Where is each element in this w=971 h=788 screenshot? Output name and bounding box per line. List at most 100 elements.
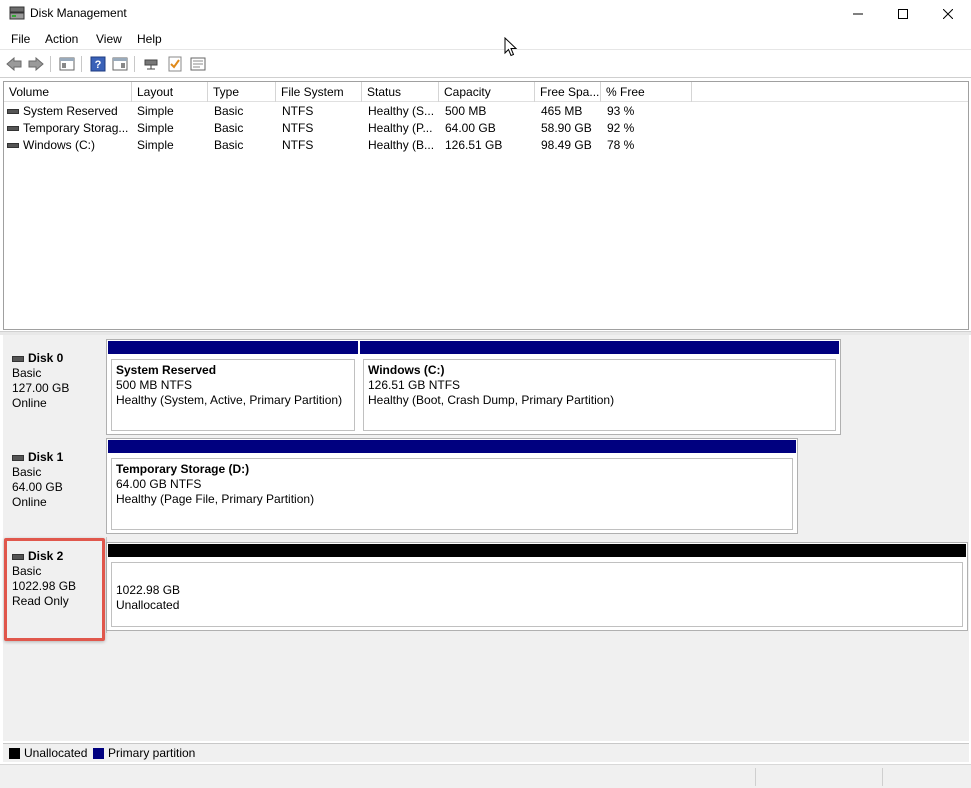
cell-capacity: 64.00 GB xyxy=(445,121,496,135)
disk-name: Disk 0 xyxy=(28,351,64,365)
disk-2-highlight-box xyxy=(4,538,105,641)
show-hide-button[interactable] xyxy=(111,55,129,73)
title-bar: Disk Management xyxy=(0,0,971,28)
toolbar-separator xyxy=(81,56,82,72)
menu-file[interactable]: File xyxy=(11,32,30,46)
cell-status: Healthy (B... xyxy=(368,138,435,152)
maximize-button[interactable] xyxy=(880,0,926,28)
menu-action[interactable]: Action xyxy=(45,32,78,46)
disk-map-panel: Disk 0 Basic 127.00 GB Online System Res… xyxy=(3,335,969,741)
status-separator xyxy=(882,768,883,786)
cell-capacity: 500 MB xyxy=(445,104,487,118)
console-tree-icon xyxy=(59,57,75,71)
status-bar xyxy=(0,764,971,788)
partition-unallocated[interactable]: 1022.98 GB Unallocated xyxy=(107,543,967,630)
minimize-button[interactable] xyxy=(835,0,881,28)
column-header-capacity[interactable]: Capacity xyxy=(439,82,535,102)
cell-volume: Windows (C:) xyxy=(23,138,96,152)
column-header-type[interactable]: Type xyxy=(208,82,276,102)
mouse-cursor-icon xyxy=(504,37,518,57)
partition-size: 126.51 GB NTFS xyxy=(368,378,461,392)
partition-temporary-storage-d[interactable]: Temporary Storage (D:) 64.00 GB NTFS Hea… xyxy=(107,439,797,533)
column-header-file-system[interactable]: File System xyxy=(276,82,362,102)
disk-name: Disk 1 xyxy=(28,450,64,464)
properties-icon xyxy=(190,57,206,71)
legend-bar: Unallocated Primary partition xyxy=(3,743,969,762)
disk-0-label[interactable]: Disk 0 Basic 127.00 GB Online xyxy=(5,339,107,435)
cell-layout: Simple xyxy=(137,138,174,152)
partition-health: Healthy (Boot, Crash Dump, Primary Parti… xyxy=(368,393,615,407)
disk-size: 64.00 GB xyxy=(12,480,63,494)
toolbar: ? xyxy=(0,51,971,78)
disk-1-partitions: Temporary Storage (D:) 64.00 GB NTFS Hea… xyxy=(106,438,798,534)
unallocated-bar xyxy=(108,544,966,557)
disk-size: 127.00 GB xyxy=(12,381,70,395)
properties-button[interactable] xyxy=(189,55,207,73)
cell-percent-free: 92 % xyxy=(607,121,635,135)
forward-button[interactable] xyxy=(27,55,45,73)
menu-view[interactable]: View xyxy=(96,32,122,46)
cell-free-space: 98.49 GB xyxy=(541,138,592,152)
cell-free-space: 58.90 GB xyxy=(541,121,592,135)
partition-size: 1022.98 GB xyxy=(116,583,181,597)
column-header-percent-free[interactable]: % Free xyxy=(601,82,692,102)
table-row[interactable]: Windows (C:) Simple Basic NTFS Healthy (… xyxy=(4,137,704,154)
disk-status: Online xyxy=(12,495,47,509)
window-title: Disk Management xyxy=(30,6,127,20)
primary-partition-swatch xyxy=(93,748,104,759)
connect-icon xyxy=(144,59,158,70)
partition-name: Windows (C:) xyxy=(368,363,445,377)
partition-size: 64.00 GB NTFS xyxy=(116,477,202,491)
column-header-volume[interactable]: Volume xyxy=(4,82,132,102)
console-tree-button[interactable] xyxy=(58,55,76,73)
partition-health: Healthy (System, Active, Primary Partiti… xyxy=(116,393,343,407)
connect-button[interactable] xyxy=(142,55,160,73)
back-button[interactable] xyxy=(5,55,23,73)
partition-system-reserved[interactable]: System Reserved 500 MB NTFS Healthy (Sys… xyxy=(107,340,359,434)
forward-arrow-icon xyxy=(28,57,44,71)
partition-size: 500 MB NTFS xyxy=(116,378,193,392)
partition-windows-c[interactable]: Windows (C:) 126.51 GB NTFS Healthy (Boo… xyxy=(359,340,840,434)
svg-text:?: ? xyxy=(95,59,102,71)
cell-status: Healthy (P... xyxy=(368,121,433,135)
minimize-icon xyxy=(853,13,863,15)
disk-2-partitions: 1022.98 GB Unallocated xyxy=(106,542,968,631)
disk-type: Basic xyxy=(12,366,42,380)
disk-0-partitions: System Reserved 500 MB NTFS Healthy (Sys… xyxy=(106,339,841,435)
partition-name: System Reserved xyxy=(116,363,217,377)
partition-health: Healthy (Page File, Primary Partition) xyxy=(116,492,315,506)
volume-icon xyxy=(7,126,19,131)
help-button[interactable]: ? xyxy=(89,55,107,73)
table-row[interactable]: Temporary Storag... Simple Basic NTFS He… xyxy=(4,120,704,137)
column-header-status[interactable]: Status xyxy=(362,82,439,102)
column-header-free-space[interactable]: Free Spa... xyxy=(535,82,601,102)
cell-status: Healthy (S... xyxy=(368,104,435,118)
disk-icon xyxy=(12,355,24,362)
check-icon xyxy=(168,56,182,72)
partition-health: Unallocated xyxy=(116,598,180,612)
cell-capacity: 126.51 GB xyxy=(445,138,503,152)
disk-type: Basic xyxy=(12,465,42,479)
partition-name: Temporary Storage (D:) xyxy=(116,462,250,476)
close-icon xyxy=(943,9,953,19)
cell-file-system: NTFS xyxy=(282,138,314,152)
menu-help[interactable]: Help xyxy=(137,32,162,46)
volume-icon xyxy=(7,109,19,114)
cell-file-system: NTFS xyxy=(282,104,314,118)
column-header-layout[interactable]: Layout xyxy=(132,82,208,102)
disk-1-label[interactable]: Disk 1 Basic 64.00 GB Online xyxy=(5,438,107,534)
cell-volume: System Reserved xyxy=(23,104,118,118)
legend-primary-partition: Primary partition xyxy=(108,746,196,760)
close-button[interactable] xyxy=(925,0,971,28)
cell-layout: Simple xyxy=(137,121,174,135)
disk-icon xyxy=(12,454,24,461)
check-button[interactable] xyxy=(166,55,184,73)
table-row[interactable]: System Reserved Simple Basic NTFS Health… xyxy=(4,103,704,120)
cell-free-space: 465 MB xyxy=(541,104,583,118)
primary-partition-bar xyxy=(360,341,839,354)
partition-info: Temporary Storage (D:) 64.00 GB NTFS Hea… xyxy=(111,458,793,530)
cell-type: Basic xyxy=(214,121,244,135)
cell-type: Basic xyxy=(214,104,244,118)
back-arrow-icon xyxy=(6,57,22,71)
partition-info: Windows (C:) 126.51 GB NTFS Healthy (Boo… xyxy=(363,359,836,431)
